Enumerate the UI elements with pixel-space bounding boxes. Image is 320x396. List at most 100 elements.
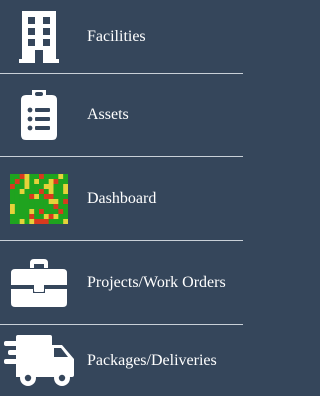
- heatmap-cell: [63, 183, 68, 189]
- heatmap-cell: [58, 183, 64, 189]
- heatmap-cell: [14, 208, 20, 214]
- toolbox-icon: [0, 241, 78, 324]
- heatmap-cell: [48, 183, 54, 189]
- heatmap-cell: [39, 198, 45, 204]
- heatmap-cell: [29, 173, 35, 179]
- heatmap-cell: [53, 213, 59, 219]
- heatmap-cell: [48, 188, 54, 194]
- heatmap-cell: [58, 218, 64, 224]
- heatmap-cell: [24, 213, 30, 219]
- heatmap-cell: [29, 198, 35, 204]
- heatmap-cell: [14, 183, 20, 189]
- heatmap-cell: [48, 193, 54, 199]
- heatmap-cell: [24, 198, 30, 204]
- heatmap-cell: [19, 178, 25, 184]
- heatmap-cell: [14, 203, 20, 209]
- delivery-truck-icon: [0, 325, 78, 396]
- side-menu: Facilities Assets Dashboard Projects/Wor…: [0, 0, 243, 396]
- heatmap-cell: [34, 193, 40, 199]
- heatmap-cell: [48, 198, 54, 204]
- heatmap-cell: [39, 193, 45, 199]
- heatmap-cell: [10, 208, 16, 214]
- heatmap-cell: [24, 183, 30, 189]
- heatmap-cell: [39, 218, 45, 224]
- heatmap-cell: [10, 193, 16, 199]
- menu-item-label: Dashboard: [87, 189, 157, 207]
- heatmap-cell: [34, 178, 40, 184]
- heatmap-cell: [14, 213, 20, 219]
- heatmap-cell: [24, 178, 30, 184]
- heatmap-cell: [63, 188, 68, 194]
- menu-item-assets[interactable]: Assets: [0, 74, 243, 156]
- heatmap-cell: [34, 218, 40, 224]
- heatmap-cell: [58, 188, 64, 194]
- heatmap-cell: [58, 193, 64, 199]
- menu-item-label: Projects/Work Orders: [87, 274, 226, 291]
- heatmap-cell: [19, 183, 25, 189]
- heatmap-cell: [58, 213, 64, 219]
- heatmap-cell: [39, 183, 45, 189]
- heatmap-cell: [29, 188, 35, 194]
- heatmap-cell: [39, 213, 45, 219]
- heatmap-cell: [63, 218, 68, 224]
- heatmap-cell: [19, 173, 25, 179]
- building-icon: [0, 0, 78, 73]
- heatmap-cell: [58, 203, 64, 209]
- heatmap-cell: [10, 198, 16, 204]
- heatmap-cell: [63, 198, 68, 204]
- heatmap-cell: [39, 178, 45, 184]
- heatmap-cell: [10, 178, 16, 184]
- heatmap-thumbnail-icon: [0, 157, 78, 240]
- heatmap-cell: [53, 198, 59, 204]
- heatmap-cell: [14, 178, 20, 184]
- heatmap-cell: [48, 213, 54, 219]
- heatmap-cell: [10, 203, 16, 209]
- heatmap-cell: [34, 203, 40, 209]
- heatmap-cell: [63, 203, 68, 209]
- menu-item-label: Facilities: [87, 27, 146, 45]
- clipboard-list-icon: [0, 74, 78, 156]
- heatmap-cell: [48, 218, 54, 224]
- heatmap-cell: [19, 203, 25, 209]
- heatmap-cell: [53, 178, 59, 184]
- heatmap-cell: [34, 188, 40, 194]
- menu-item-label: Assets: [87, 106, 129, 123]
- heatmap-cell: [53, 203, 59, 209]
- heatmap-cell: [14, 198, 20, 204]
- heatmap-cell: [19, 213, 25, 219]
- heatmap-cell: [24, 193, 30, 199]
- heatmap-cell: [48, 178, 54, 184]
- heatmap-cell: [43, 178, 49, 184]
- heatmap-cell: [53, 193, 59, 199]
- heatmap-cell: [19, 188, 25, 194]
- menu-item-label: Packages/Deliveries: [87, 351, 217, 369]
- heatmap-cell: [14, 193, 20, 199]
- menu-item-facilities[interactable]: Facilities: [0, 0, 243, 73]
- menu-item-dashboard[interactable]: Dashboard: [0, 157, 243, 240]
- heatmap-cell: [53, 218, 59, 224]
- heatmap-cell: [63, 178, 68, 184]
- heatmap-cell: [34, 198, 40, 204]
- heatmap-cell: [39, 188, 45, 194]
- heatmap-cell: [39, 173, 45, 179]
- heatmap-cell: [63, 173, 68, 179]
- heatmap-cell: [43, 173, 49, 179]
- heatmap-cell: [48, 208, 54, 214]
- heatmap-cell: [63, 193, 68, 199]
- heatmap-cell: [10, 213, 16, 219]
- heatmap-cell: [24, 188, 30, 194]
- heatmap-cell: [24, 218, 30, 224]
- heatmap-cell: [53, 208, 59, 214]
- heatmap-cell: [29, 203, 35, 209]
- menu-item-projects-work-orders[interactable]: Projects/Work Orders: [0, 241, 243, 324]
- heatmap-cell: [43, 188, 49, 194]
- heatmap-cell: [53, 183, 59, 189]
- menu-item-packages-deliveries[interactable]: Packages/Deliveries: [0, 325, 243, 396]
- heatmap-cell: [29, 183, 35, 189]
- heatmap-cell: [24, 173, 30, 179]
- heatmap-cell: [43, 203, 49, 209]
- heatmap-cell: [14, 188, 20, 194]
- heatmap-cell: [29, 208, 35, 214]
- heatmap-cell: [39, 208, 45, 214]
- heatmap-cell: [10, 173, 16, 179]
